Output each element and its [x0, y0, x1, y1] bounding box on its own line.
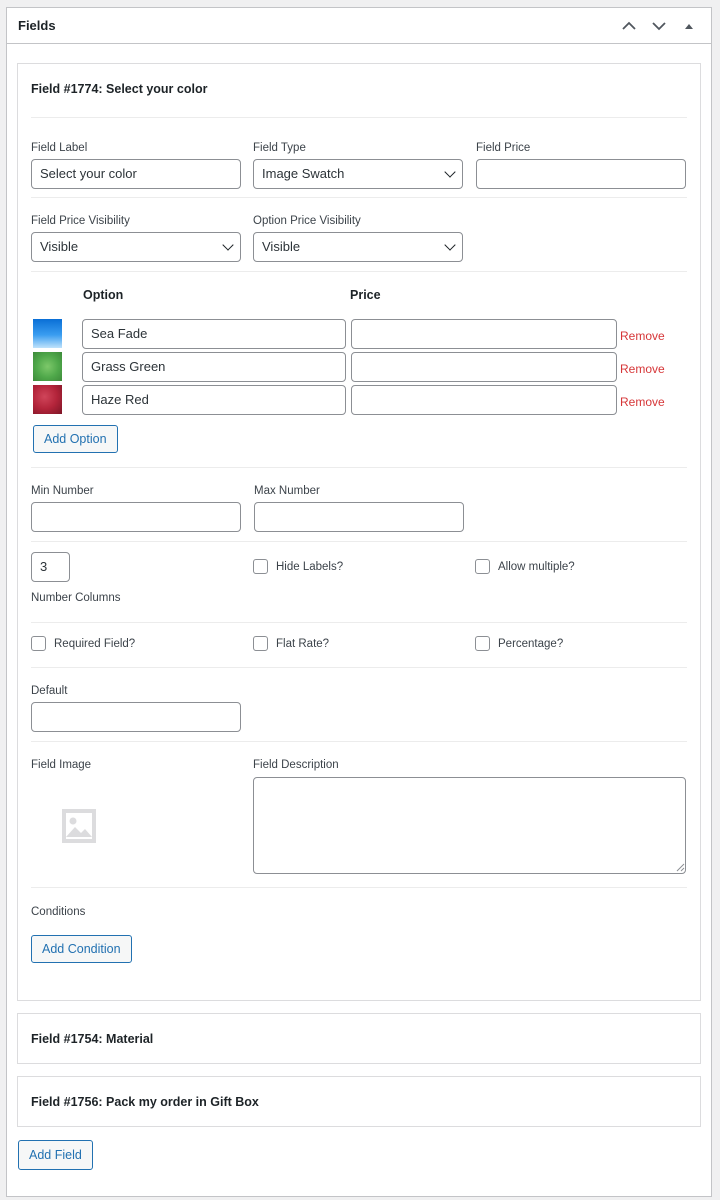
chevron-down-icon: [444, 165, 456, 178]
min-number-input[interactable]: [31, 502, 241, 532]
move-up-icon[interactable]: [617, 14, 641, 38]
field-price-visibility-value: Visible: [40, 239, 79, 254]
min-number-label: Min Number: [31, 485, 94, 497]
field-label-group: Field Label Select your color: [31, 142, 241, 189]
max-number-group: Max Number: [254, 485, 464, 532]
field-type-select[interactable]: Image Swatch: [253, 159, 463, 189]
add-condition-button[interactable]: Add Condition: [31, 935, 132, 963]
number-columns-label: Number Columns: [31, 592, 121, 604]
field-title[interactable]: Field #1756: Pack my order in Gift Box: [18, 1095, 259, 1109]
row-min-max: Min Number Max Number: [31, 467, 687, 541]
row-default: Default: [31, 667, 687, 741]
option-price-visibility-label: Option Price Visibility: [253, 215, 361, 227]
haze-red-swatch[interactable]: [33, 385, 62, 414]
postbox-title: Fields: [18, 18, 56, 33]
checkbox-box[interactable]: [475, 636, 490, 651]
field-card-1774: Field #1774: Select your color Field Lab…: [17, 63, 701, 1001]
max-number-input[interactable]: [254, 502, 464, 532]
option-price-input[interactable]: [351, 352, 617, 382]
hide-labels-checkbox[interactable]: Hide Labels?: [253, 559, 343, 574]
percentage-checkbox[interactable]: Percentage?: [475, 636, 563, 651]
field-title[interactable]: Field #1774: Select your color: [18, 82, 207, 96]
image-placeholder-icon[interactable]: [61, 808, 97, 844]
field-label-input[interactable]: Select your color: [31, 159, 241, 189]
remove-option-link[interactable]: Remove: [620, 395, 665, 409]
field-price-input[interactable]: [476, 159, 686, 189]
field-type-group: Field Type Image Swatch: [253, 142, 463, 189]
row-columns: 3 Number Columns Hide Labels? Allow mult…: [31, 541, 687, 622]
toggle-panel-icon[interactable]: [677, 14, 701, 38]
flat-rate-checkbox[interactable]: Flat Rate?: [253, 636, 329, 651]
field-price-visibility-label: Field Price Visibility: [31, 215, 130, 227]
add-field-button[interactable]: Add Field: [18, 1140, 93, 1170]
field-price-visibility-select[interactable]: Visible: [31, 232, 241, 262]
default-label: Default: [31, 685, 68, 697]
checkbox-box[interactable]: [253, 636, 268, 651]
field-type-value: Image Swatch: [262, 166, 345, 181]
option-column-header: Option: [83, 288, 124, 302]
checkbox-box[interactable]: [31, 636, 46, 651]
option-name-input[interactable]: Sea Fade: [82, 319, 346, 349]
flat-rate-label: Flat Rate?: [276, 637, 330, 650]
default-input[interactable]: [31, 702, 241, 732]
fields-postbox: Fields Field #1774: Select your color Fi…: [6, 7, 712, 1197]
required-field-checkbox[interactable]: Required Field?: [31, 636, 135, 651]
number-columns-input[interactable]: 3: [31, 552, 70, 582]
option-name-input[interactable]: Grass Green: [82, 352, 346, 382]
remove-option-link[interactable]: Remove: [620, 362, 665, 376]
option-price-visibility-value: Visible: [262, 239, 301, 254]
default-group: Default: [31, 685, 241, 732]
row-flags: Required Field? Flat Rate? Percentage?: [31, 622, 687, 667]
price-column-header: Price: [350, 288, 381, 302]
add-option-button[interactable]: Add Option: [33, 425, 118, 453]
option-price-input[interactable]: [351, 319, 617, 349]
field-price-group: Field Price: [476, 142, 686, 189]
allow-multiple-checkbox[interactable]: Allow multiple?: [475, 559, 575, 574]
checkbox-box[interactable]: [253, 559, 268, 574]
move-down-icon[interactable]: [647, 14, 671, 38]
field-price-label: Field Price: [476, 142, 531, 154]
field-type-label: Field Type: [253, 142, 306, 154]
row-label-type-price: Field Label Select your color Field Type…: [31, 117, 687, 197]
checkbox-box[interactable]: [475, 559, 490, 574]
percentage-label: Percentage?: [498, 637, 564, 650]
handle-actions: [617, 14, 701, 38]
option-price-visibility-select[interactable]: Visible: [253, 232, 463, 262]
fields-inside: Field #1774: Select your color Field Lab…: [17, 63, 701, 1170]
field-card-1754[interactable]: Field #1754: Material: [17, 1013, 701, 1064]
resize-handle-icon[interactable]: [676, 863, 685, 872]
hide-labels-label: Hide Labels?: [276, 560, 344, 573]
field-card-1756[interactable]: Field #1756: Pack my order in Gift Box: [17, 1076, 701, 1127]
postbox-header: Fields: [7, 8, 711, 44]
sea-fade-swatch[interactable]: [33, 319, 62, 348]
grass-green-swatch[interactable]: [33, 352, 62, 381]
max-number-label: Max Number: [254, 485, 320, 497]
option-name-input[interactable]: Haze Red: [82, 385, 346, 415]
options-section: Option Price Sea Fade Remove Grass Green…: [31, 271, 687, 467]
chevron-down-icon: [222, 238, 234, 251]
option-price-visibility-group: Option Price Visibility Visible: [253, 215, 463, 262]
required-field-label: Required Field?: [54, 637, 136, 650]
chevron-down-icon: [444, 238, 456, 251]
remove-option-link[interactable]: Remove: [620, 329, 665, 343]
field-description-label: Field Description: [253, 759, 339, 771]
row-conditions: Conditions Add Condition: [31, 887, 687, 987]
field-image-label: Field Image: [31, 759, 92, 771]
row-image-description: Field Image Field Description: [31, 741, 687, 887]
min-number-group: Min Number: [31, 485, 241, 532]
field-description-textarea[interactable]: [253, 777, 686, 874]
option-price-input[interactable]: [351, 385, 617, 415]
field-label-label: Field Label: [31, 142, 88, 154]
conditions-label: Conditions: [31, 906, 86, 918]
allow-multiple-label: Allow multiple?: [498, 560, 575, 573]
row-visibility: Field Price Visibility Visible Option Pr…: [31, 197, 687, 271]
field-title[interactable]: Field #1754: Material: [18, 1032, 153, 1046]
field-price-visibility-group: Field Price Visibility Visible: [31, 215, 241, 262]
